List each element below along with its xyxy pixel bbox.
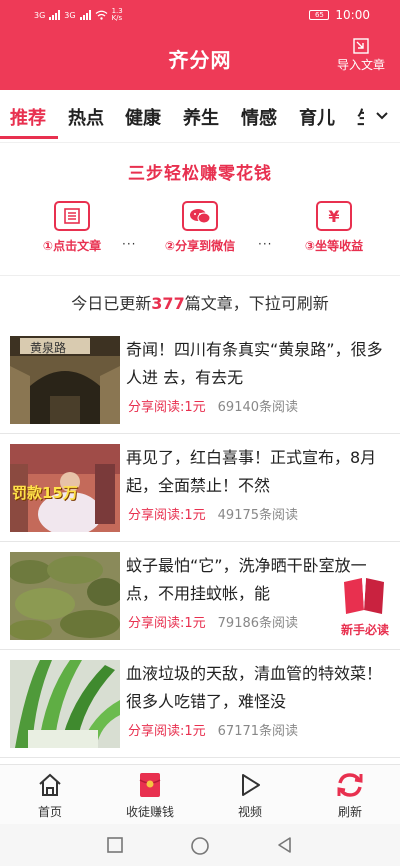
import-article-button[interactable]: 导入文章 <box>332 38 390 73</box>
net-speed-unit: K/s <box>111 14 123 22</box>
nav-video[interactable]: 视频 <box>200 771 300 820</box>
nav-recruit[interactable]: 收徒赚钱 <box>100 771 200 820</box>
battery-icon: 65 <box>309 10 330 20</box>
wifi-icon <box>95 10 108 20</box>
tab-emotion[interactable]: 情感 <box>241 104 277 130</box>
signal-sim1-icon <box>49 10 61 20</box>
refresh-icon <box>335 771 365 799</box>
recents-icon[interactable] <box>106 836 124 854</box>
update-prefix: 今日已更新 <box>71 294 152 313</box>
promo-title: 三步轻松赚零花钱 <box>128 164 272 184</box>
step-share-wechat: ②分享到微信 <box>150 201 250 254</box>
red-envelope-icon <box>135 771 165 799</box>
read-count: 69140条阅读 <box>217 400 299 415</box>
read-count: 79186条阅读 <box>217 616 299 631</box>
promo-banner[interactable]: 三步轻松赚零花钱 ①点击文章 ··· ②分享到微信 ··· ¥ ③坐等收益 <box>0 142 400 276</box>
tab-health[interactable]: 健康 <box>125 104 161 130</box>
category-tabs: 推荐 热点 健康 养生 情感 育儿 生 <box>0 90 400 142</box>
promo-steps: ①点击文章 ··· ②分享到微信 ··· ¥ ③坐等收益 <box>0 195 400 269</box>
article-thumbnail <box>10 660 120 748</box>
thumbnail-caption: 黄泉路 <box>30 341 67 355</box>
article-item[interactable]: 黄泉路 奇闻！四川有条真实“黄泉路”，很多人进 去，有去无 分享阅读:1元 69… <box>0 326 400 434</box>
read-count: 67171条阅读 <box>217 724 299 739</box>
nav-recruit-label: 收徒赚钱 <box>125 805 174 819</box>
article-title: 奇闻！四川有条真实“黄泉路”，很多人进 去，有去无 <box>126 340 383 387</box>
wechat-icon <box>182 201 218 231</box>
thumbnail-caption: 罚款15万 <box>12 484 78 502</box>
step-1-label: ①点击文章 <box>42 239 102 253</box>
app-header: 3G 3G 1.3 K/s 65 10:00 齐分网 导入文章 <box>0 0 400 90</box>
tab-parenting[interactable]: 育儿 <box>299 104 335 130</box>
step-click-article: ①点击文章 <box>22 201 122 254</box>
play-icon <box>235 771 265 799</box>
update-suffix: 篇文章，下拉可刷新 <box>184 294 329 313</box>
share-reward: 分享阅读:1元 <box>128 508 206 523</box>
nav-home[interactable]: 首页 <box>0 771 100 820</box>
article-icon <box>54 201 90 231</box>
article-item[interactable]: 罚款15万 再见了，红白喜事！正式宣布，8月起，全面禁止！不然 分享阅读:1元 … <box>0 434 400 542</box>
chevron-down-icon <box>376 112 388 120</box>
nav-video-label: 视频 <box>237 805 262 819</box>
import-label: 导入文章 <box>336 58 385 72</box>
share-reward: 分享阅读:1元 <box>128 400 206 415</box>
status-bar: 3G 3G 1.3 K/s 65 10:00 <box>34 6 370 24</box>
signal-sim1-label: 3G <box>34 10 46 20</box>
tab-wellness[interactable]: 养生 <box>183 104 219 130</box>
article-item[interactable]: 血液垃圾的天敌，清血管的特效菜！很多人吃错了，难怪没 分享阅读:1元 67171… <box>0 650 400 758</box>
book-icon <box>344 578 384 614</box>
nav-home-label: 首页 <box>37 805 62 819</box>
signal-sim2-icon <box>79 10 91 20</box>
signal-sim2-label: 3G <box>64 10 76 20</box>
article-thumbnail: 罚款15万 <box>10 444 120 532</box>
home-circle-icon[interactable] <box>190 836 210 856</box>
share-reward: 分享阅读:1元 <box>128 724 206 739</box>
step-earn: ¥ ③坐等收益 <box>284 201 384 254</box>
tab-recommend[interactable]: 推荐 <box>10 104 46 130</box>
yen-icon: ¥ <box>316 201 352 231</box>
update-count: 377 <box>151 294 185 313</box>
import-icon <box>353 38 369 54</box>
article-title: 血液垃圾的天敌，清血管的特效菜！很多人吃错了，难怪没 <box>126 664 383 711</box>
bottom-nav: 首页 收徒赚钱 视频 刷新 <box>0 764 400 824</box>
tab-hot[interactable]: 热点 <box>68 104 104 130</box>
step-2-label: ②分享到微信 <box>164 239 236 253</box>
step-separator: ··· <box>258 237 273 251</box>
beginner-guide-button[interactable]: 新手必读 <box>334 576 392 642</box>
home-icon <box>35 771 65 799</box>
share-reward: 分享阅读:1元 <box>128 616 206 631</box>
clock: 10:00 <box>335 8 370 22</box>
article-thumbnail <box>10 552 120 640</box>
article-thumbnail: 黄泉路 <box>10 336 120 424</box>
beginner-guide-label: 新手必读 <box>340 623 389 637</box>
nav-refresh-label: 刷新 <box>337 805 362 819</box>
active-tab-indicator <box>0 136 58 139</box>
back-icon[interactable] <box>276 836 294 854</box>
system-nav-bar <box>0 824 400 866</box>
step-3-label: ③坐等收益 <box>304 239 364 253</box>
read-count: 49175条阅读 <box>217 508 299 523</box>
update-notice: 今日已更新377篇文章，下拉可刷新 <box>0 290 400 314</box>
article-title: 再见了，红白喜事！正式宣布，8月起，全面禁止！不然 <box>126 448 377 495</box>
step-separator: ··· <box>122 237 137 251</box>
nav-refresh[interactable]: 刷新 <box>300 771 400 820</box>
more-tabs-button[interactable] <box>364 90 400 142</box>
